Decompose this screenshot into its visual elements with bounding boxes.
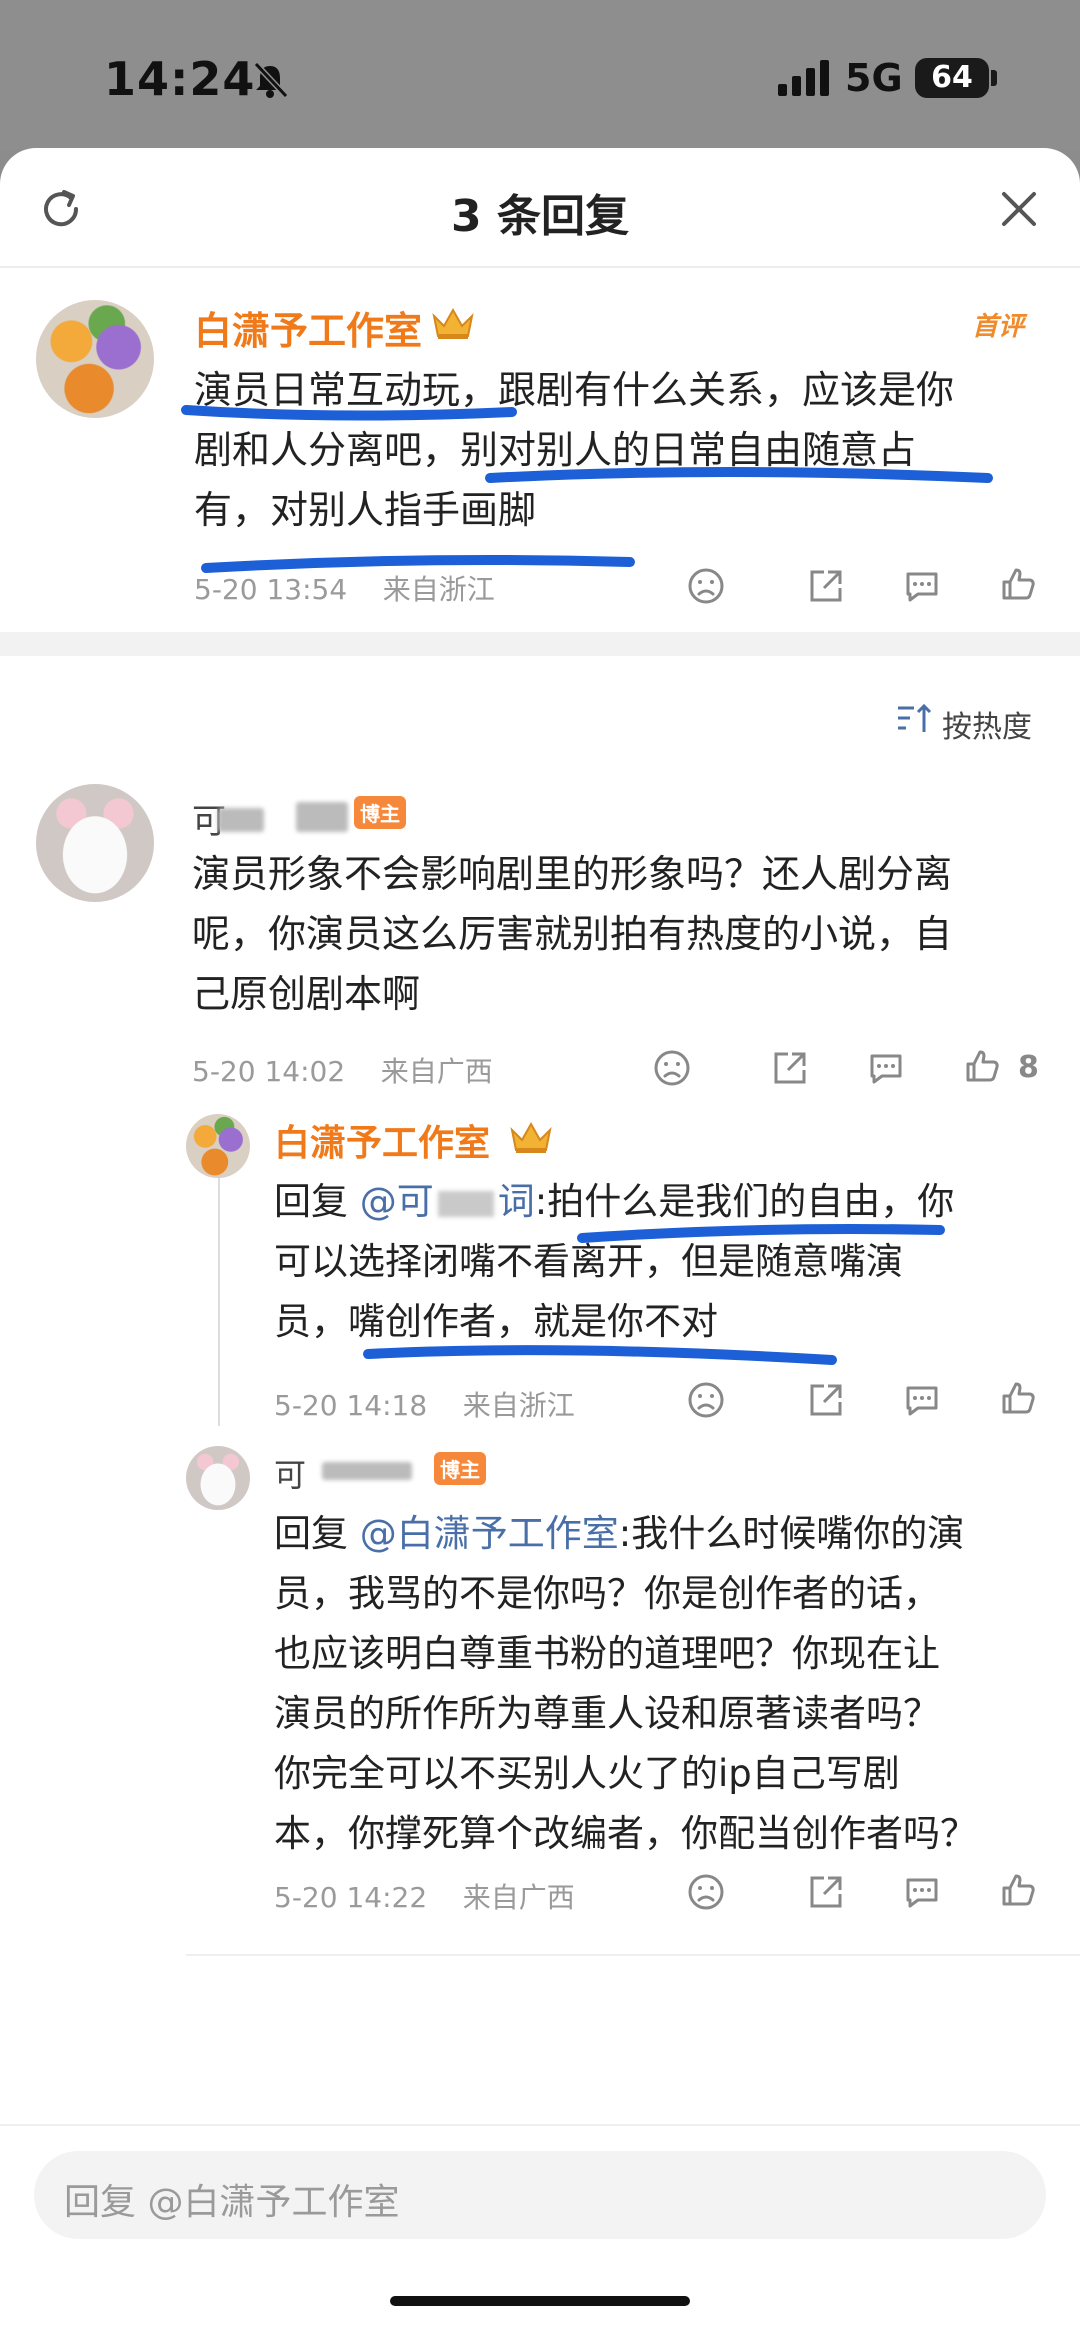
reply-line: 己原创剧本啊 <box>192 972 421 1016</box>
avatar[interactable] <box>186 1446 250 1510</box>
dislike-icon[interactable] <box>686 1872 726 1912</box>
like-icon[interactable] <box>998 1378 1038 1418</box>
reply-line: 回复 @可 词:拍什么是我们的自由，你 <box>274 1172 1064 1232</box>
mention-tail: 词 <box>497 1180 535 1223</box>
input-divider <box>0 2124 1080 2126</box>
home-indicator[interactable] <box>390 2296 690 2306</box>
reply-author[interactable]: 白潇予工作室 <box>274 1114 490 1166</box>
reply-line: 呢，你演员这么厉害就别拍有热度的小说，自 <box>192 912 953 956</box>
avatar[interactable] <box>186 1114 250 1178</box>
bell-slash-icon <box>253 61 289 99</box>
reply-meta: 5-20 14:02 来自广西 <box>192 1050 493 1090</box>
comment-icon[interactable] <box>902 1872 942 1912</box>
reply-time: 5-20 14:22 <box>274 1881 428 1914</box>
close-icon[interactable] <box>996 186 1042 232</box>
reply-prefix: 回复 <box>274 1180 348 1223</box>
reply-line: 员，嘴创作者，就是你不对 <box>274 1300 718 1343</box>
status-bar: 14:24 5G 64 <box>0 0 1080 150</box>
mention-link[interactable]: @白潇予工作室 <box>360 1512 619 1555</box>
reply-line: 你完全可以不买别人火了的ip自己写剧 <box>274 1752 900 1795</box>
reply-meta: 5-20 14:18 来自浙江 <box>274 1384 575 1424</box>
reply-time: 5-20 14:02 <box>192 1055 346 1088</box>
avatar[interactable] <box>36 300 154 418</box>
sort-icon[interactable] <box>894 702 934 736</box>
reply-sheet: 3 条回复 白潇予工作室 首评 演员日常互动玩，跟剧有什么关系，应该是你 剧和人… <box>0 148 1080 2341</box>
reply-line: 回复 @白潇予工作室:我什么时候嘴你的演 <box>274 1504 1074 1564</box>
reply-line: 演员形象不会影响剧里的形象吗？还人剧分离 <box>192 852 953 896</box>
comment-icon[interactable] <box>902 1380 942 1420</box>
blogger-tag: 博主 <box>354 796 406 829</box>
redaction <box>296 802 348 832</box>
like-count: 8 <box>1018 1050 1039 1085</box>
sort-button[interactable]: 按热度 <box>942 702 1032 746</box>
status-time: 14:24 <box>104 52 256 106</box>
redaction <box>437 1190 494 1217</box>
reply-author[interactable]: 可 <box>274 1450 308 1496</box>
reply-input-placeholder: 回复 @白潇予工作室 <box>64 2182 400 2223</box>
comment-icon[interactable] <box>902 566 942 606</box>
dislike-icon[interactable] <box>686 1380 726 1420</box>
reply-prefix: 回复 <box>274 1512 348 1555</box>
mention-link[interactable]: @可 词 <box>360 1180 535 1223</box>
reply-meta: 5-20 14:22 来自广西 <box>274 1876 575 1916</box>
redaction <box>218 808 264 832</box>
comment-author[interactable]: 白潇予工作室 <box>194 300 422 355</box>
comment-time: 5-20 13:54 <box>194 573 348 606</box>
comment-icon[interactable] <box>866 1048 906 1088</box>
share-icon[interactable] <box>806 566 846 606</box>
comment-line: 剧和人分离吧，别对别人的日常自由随意占 <box>194 428 917 472</box>
reply-line: 可以选择闭嘴不看离开，但是随意嘴演 <box>274 1240 903 1283</box>
thread-line <box>218 1166 220 1426</box>
reply-body: 回复 @可 词:拍什么是我们的自由，你 可以选择闭嘴不看离开，但是随意嘴演 员，嘴… <box>274 1172 1064 1352</box>
battery-tip <box>991 70 997 86</box>
dislike-icon[interactable] <box>686 566 726 606</box>
like-icon[interactable] <box>998 564 1038 604</box>
share-icon[interactable] <box>806 1872 846 1912</box>
avatar[interactable] <box>36 784 154 902</box>
reply-location: 来自广西 <box>462 1881 575 1914</box>
comment-meta: 5-20 13:54 来自浙江 <box>194 568 495 608</box>
reply-location: 来自广西 <box>380 1055 493 1088</box>
row-divider <box>186 1954 1080 1956</box>
reply-time: 5-20 14:18 <box>274 1389 428 1422</box>
reply-body: 回复 @白潇予工作室:我什么时候嘴你的演 员，我骂的不是你吗？你是创作者的话， … <box>274 1504 1074 1864</box>
comment-body: 演员日常互动玩，跟剧有什么关系，应该是你 剧和人分离吧，别对别人的日常自由随意占… <box>194 360 1054 540</box>
reply-body: 演员形象不会影响剧里的形象吗？还人剧分离 呢，你演员这么厉害就别拍有热度的小说，… <box>192 844 1052 1024</box>
reply-input[interactable]: 回复 @白潇予工作室 <box>34 2151 1046 2239</box>
section-divider <box>0 632 1080 656</box>
comment-line: 有，对别人指手画脚 <box>194 488 537 532</box>
dislike-icon[interactable] <box>652 1048 692 1088</box>
blogger-tag: 博主 <box>434 1452 486 1485</box>
like-icon[interactable] <box>962 1046 1002 1086</box>
reply-line: 员，我骂的不是你吗？你是创作者的话， <box>274 1572 940 1615</box>
signal-icon <box>778 60 829 96</box>
reply-line: 也应该明白尊重书粉的道理吧？你现在让 <box>274 1632 940 1675</box>
network-type: 5G <box>845 56 903 100</box>
share-icon[interactable] <box>806 1380 846 1420</box>
reply-line: 本，你撑死算个改编者，你配当创作者吗？ <box>274 1812 977 1855</box>
share-icon[interactable] <box>770 1048 810 1088</box>
crown-icon <box>432 307 474 339</box>
comment-location: 来自浙江 <box>382 573 495 606</box>
redaction <box>322 1462 412 1480</box>
crown-icon <box>510 1121 552 1153</box>
reply-line: 演员的所作所为尊重人设和原著读者吗？ <box>274 1692 940 1735</box>
like-icon[interactable] <box>998 1870 1038 1910</box>
reply-location: 来自浙江 <box>462 1389 575 1422</box>
sheet-title: 3 条回复 <box>451 191 629 242</box>
comment-line: 演员日常互动玩，跟剧有什么关系，应该是你 <box>194 368 955 412</box>
first-comment-badge: 首评 <box>972 312 1025 342</box>
mention-text: @可 <box>359 1180 434 1223</box>
sheet-header: 3 条回复 <box>0 148 1080 268</box>
reply-rest: :我什么时候嘴你的演 <box>618 1512 965 1555</box>
battery-indicator: 64 <box>915 58 989 98</box>
reply-rest: :拍什么是我们的自由，你 <box>534 1180 955 1223</box>
